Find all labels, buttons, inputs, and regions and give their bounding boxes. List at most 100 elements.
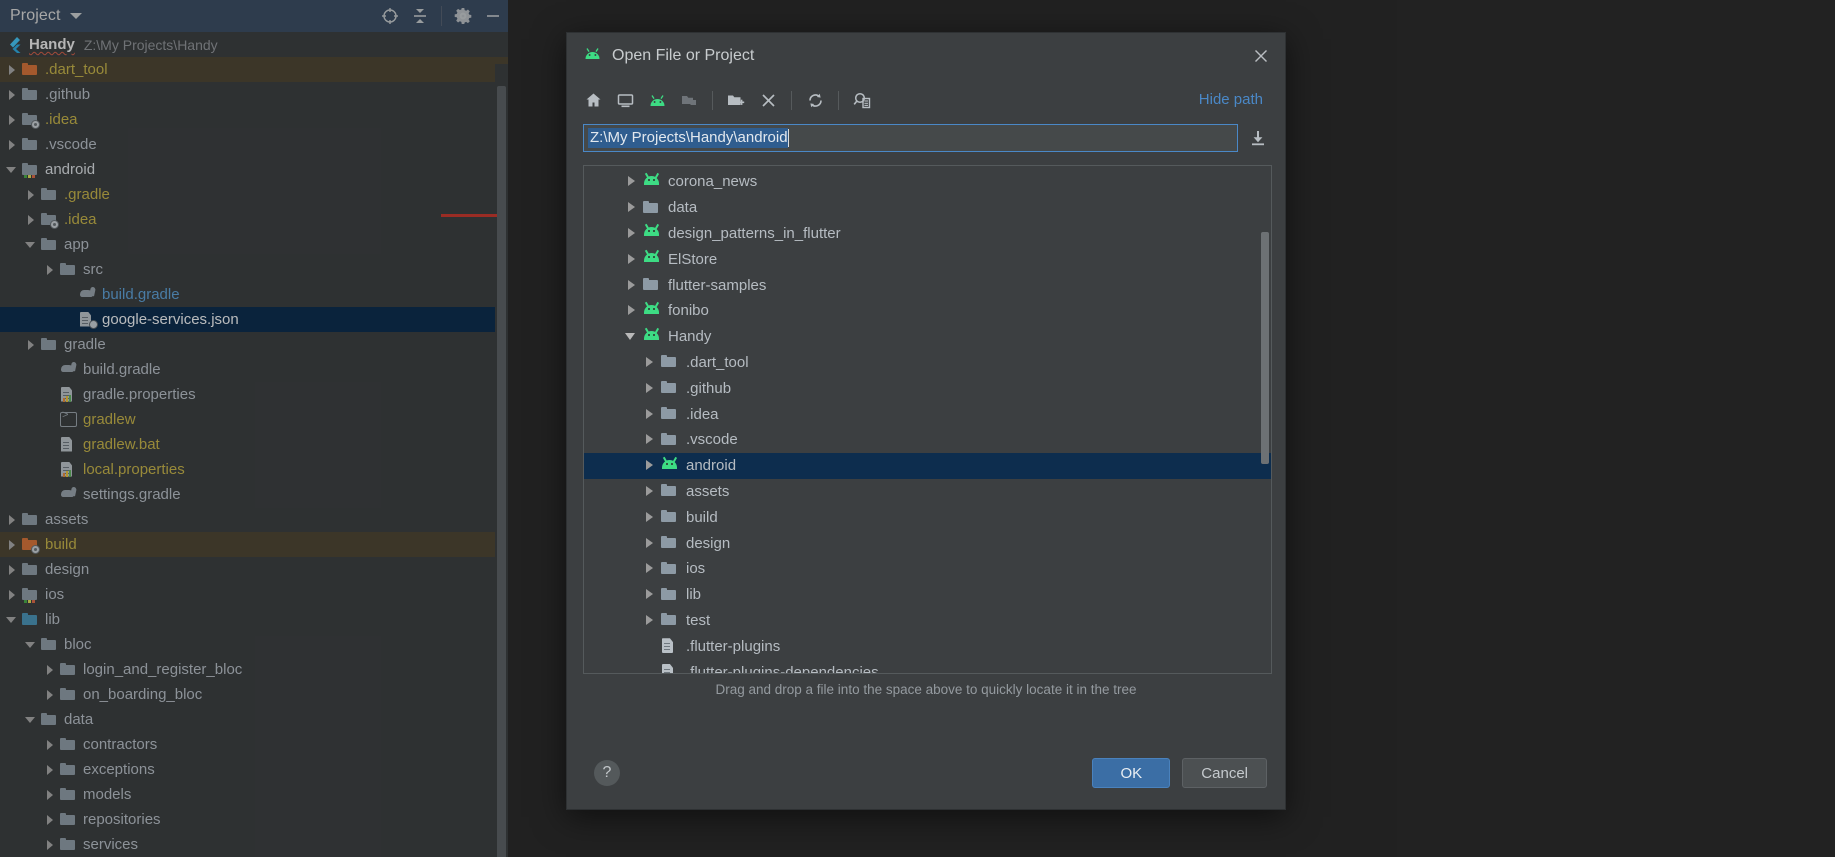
- folder-icon: [661, 535, 679, 551]
- dialog-toolbar: Hide path: [567, 79, 1285, 121]
- folder-icon: [661, 612, 679, 628]
- chevron-down-icon[interactable]: [625, 330, 638, 343]
- dialog-footer: ? OK Cancel: [567, 737, 1285, 809]
- cancel-button[interactable]: Cancel: [1182, 758, 1267, 788]
- desktop-icon[interactable]: [609, 85, 641, 115]
- show-hidden-icon[interactable]: [846, 85, 878, 115]
- hide-path-link[interactable]: Hide path: [1199, 91, 1263, 108]
- chevron-right-icon[interactable]: [643, 511, 656, 524]
- path-input-value: Z:\My Projects\Handy\android: [588, 128, 788, 148]
- help-button[interactable]: ?: [594, 760, 620, 786]
- android-icon: [661, 456, 679, 474]
- no-arrow: [643, 640, 656, 653]
- module-icon[interactable]: [673, 85, 705, 115]
- file-tree-row[interactable]: design: [584, 530, 1271, 556]
- file-tree-row[interactable]: .dart_tool: [584, 350, 1271, 376]
- chevron-right-icon[interactable]: [643, 562, 656, 575]
- file-tree-row[interactable]: corona_news: [584, 169, 1271, 195]
- file-tree-row[interactable]: build: [584, 504, 1271, 530]
- file-tree-row[interactable]: .idea: [584, 401, 1271, 427]
- file-tree-row[interactable]: .github: [584, 375, 1271, 401]
- import-icon[interactable]: [1243, 124, 1273, 152]
- home-icon[interactable]: [577, 85, 609, 115]
- android-icon[interactable]: [641, 85, 673, 115]
- android-icon: [643, 172, 661, 190]
- chevron-right-icon[interactable]: [643, 614, 656, 627]
- file-tree-row-label: .idea: [686, 405, 719, 423]
- ok-button[interactable]: OK: [1092, 758, 1171, 788]
- chevron-right-icon[interactable]: [643, 433, 656, 446]
- folder-icon: [643, 277, 661, 293]
- chevron-right-icon[interactable]: [625, 304, 638, 317]
- scrollbar-thumb[interactable]: [1261, 232, 1269, 464]
- android-icon: [643, 327, 661, 345]
- file-tree-row[interactable]: fonibo: [584, 298, 1271, 324]
- chevron-right-icon[interactable]: [625, 279, 638, 292]
- chevron-right-icon[interactable]: [643, 408, 656, 421]
- refresh-icon[interactable]: [799, 85, 831, 115]
- file-tree-row-label: corona_news: [668, 173, 758, 191]
- file-tree-row[interactable]: .vscode: [584, 427, 1271, 453]
- no-arrow: [643, 666, 656, 673]
- file-tree-row[interactable]: lib: [584, 582, 1271, 608]
- file-tree-row-label: build: [686, 508, 718, 526]
- file-tree-row-label: android: [686, 457, 737, 475]
- file-tree-row[interactable]: data: [584, 195, 1271, 221]
- file-tree-row-label: design_patterns_in_flutter: [668, 224, 841, 242]
- chevron-right-icon[interactable]: [643, 382, 656, 395]
- file-tree-row-label: Handy: [668, 328, 712, 346]
- file-tree[interactable]: corona_newsdata design_patterns_in_flutte…: [583, 165, 1272, 674]
- chevron-right-icon[interactable]: [643, 459, 656, 472]
- folder-icon: [661, 354, 679, 370]
- file-tree-row-label: .dart_tool: [686, 353, 749, 371]
- chevron-right-icon[interactable]: [643, 485, 656, 498]
- folder-icon: [661, 509, 679, 525]
- file-tree-row[interactable]: ElStore: [584, 246, 1271, 272]
- file-tree-row-label: ios: [686, 560, 706, 578]
- drag-drop-hint: Drag and drop a file into the space abov…: [715, 682, 1137, 697]
- file-tree-row-label: .flutter-plugins: [686, 637, 781, 655]
- folder-icon: [661, 561, 679, 577]
- divider: [712, 90, 713, 110]
- file-tree-row-label: data: [668, 199, 698, 217]
- path-input[interactable]: Z:\My Projects\Handy\android: [583, 124, 1238, 152]
- open-file-dialog: Open File or Project Hide path Z:\My Pro…: [566, 32, 1286, 810]
- folder-icon: [643, 200, 661, 216]
- file-tree-row[interactable]: .flutter-plugins-dependencies: [584, 659, 1271, 674]
- file-tree-row[interactable]: test: [584, 608, 1271, 634]
- chevron-right-icon[interactable]: [625, 201, 638, 214]
- delete-icon[interactable]: [752, 85, 784, 115]
- file-tree-row[interactable]: ios: [584, 556, 1271, 582]
- folder-icon: [661, 587, 679, 603]
- chevron-right-icon[interactable]: [643, 356, 656, 369]
- android-icon: [643, 224, 661, 241]
- file-tree-row-label: .github: [686, 379, 732, 397]
- new-folder-icon[interactable]: [720, 85, 752, 115]
- file-tree-row[interactable]: flutter-samples: [584, 272, 1271, 298]
- file-tree-row[interactable]: Handy: [584, 324, 1271, 350]
- file-tree-row-label: fonibo: [668, 302, 709, 320]
- text-caret: [787, 129, 789, 147]
- chevron-right-icon[interactable]: [625, 227, 638, 240]
- file-tree-row-label: .flutter-plugins-dependencies: [686, 663, 879, 674]
- file-tree-row-label: lib: [686, 586, 702, 604]
- chevron-right-icon[interactable]: [643, 588, 656, 601]
- divider: [838, 90, 839, 110]
- dialog-title: Open File or Project: [612, 47, 755, 64]
- chevron-right-icon[interactable]: [643, 537, 656, 550]
- chevron-right-icon[interactable]: [625, 253, 638, 266]
- file-tree-row[interactable]: design_patterns_in_flutter: [584, 221, 1271, 247]
- folder-icon: [661, 406, 679, 422]
- file-tree-row[interactable]: android: [584, 452, 1271, 479]
- file-tree-scrollbar[interactable]: [1260, 167, 1270, 672]
- chevron-right-icon[interactable]: [625, 175, 638, 188]
- file-tree-row-label: assets: [686, 482, 730, 500]
- divider: [791, 90, 792, 110]
- android-icon: [583, 47, 602, 65]
- file-tree-row-label: test: [686, 611, 711, 629]
- file-tree-row[interactable]: .flutter-plugins: [584, 633, 1271, 659]
- close-icon[interactable]: [1247, 42, 1275, 70]
- file-tree-row[interactable]: assets: [584, 479, 1271, 505]
- file-tree-rows: corona_newsdata design_patterns_in_flutte…: [584, 169, 1271, 674]
- file-tree-row-label: .vscode: [686, 431, 738, 449]
